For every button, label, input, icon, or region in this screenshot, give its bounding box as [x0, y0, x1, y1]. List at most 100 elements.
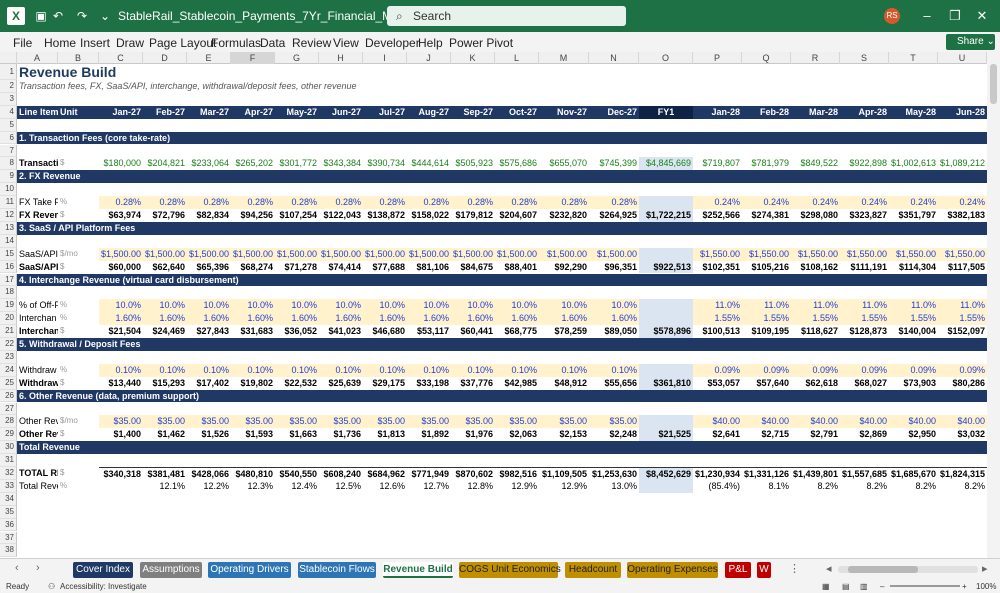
next-sheet-icon[interactable]: ›	[36, 562, 40, 574]
data-cell[interactable]	[639, 196, 693, 209]
data-cell[interactable]: 10.0%	[451, 299, 495, 313]
row-header[interactable]: 26	[0, 389, 17, 403]
row-unit[interactable]: $	[58, 157, 99, 170]
data-cell[interactable]: $78,259	[539, 325, 589, 338]
data-cell[interactable]: $40.00	[693, 415, 742, 429]
header-period[interactable]: Jun-27	[319, 106, 363, 119]
data-cell[interactable]: $35.00	[319, 415, 363, 429]
data-cell[interactable]: $31,683	[231, 325, 275, 338]
redo-icon[interactable]: ↷	[74, 8, 90, 24]
data-cell[interactable]	[639, 312, 693, 326]
header-period[interactable]: Nov-27	[539, 106, 589, 119]
data-cell[interactable]: $1,500.00	[363, 247, 407, 261]
row-label[interactable]: % of Off-F	[17, 299, 58, 312]
data-cell[interactable]: $74,414	[319, 261, 363, 274]
data-cell[interactable]: $1,892	[407, 428, 451, 441]
row-label[interactable]: SaaS/API	[17, 261, 58, 274]
row-header[interactable]: 13	[0, 221, 17, 235]
data-cell[interactable]: $849,522	[791, 157, 840, 170]
header-period[interactable]: Aug-27	[407, 106, 451, 119]
col-header[interactable]: D	[143, 52, 187, 64]
data-cell[interactable]: 0.24%	[938, 196, 987, 209]
data-cell[interactable]: 10.0%	[319, 299, 363, 313]
row-header[interactable]: 32	[0, 467, 17, 480]
data-cell[interactable]: $1,500.00	[187, 247, 231, 261]
data-cell[interactable]: $3,032	[938, 428, 987, 441]
data-cell[interactable]: 1.60%	[99, 312, 143, 326]
data-cell[interactable]: 0.10%	[363, 363, 407, 377]
data-cell[interactable]: $2,950	[889, 428, 938, 441]
row-header[interactable]: 35	[0, 505, 17, 519]
data-cell[interactable]: 10.0%	[407, 299, 451, 313]
col-header[interactable]: F	[231, 52, 275, 64]
data-cell[interactable]: 13.0%	[589, 480, 639, 493]
menu-file[interactable]: File	[13, 36, 32, 50]
data-cell[interactable]: $1,500.00	[407, 247, 451, 261]
data-cell[interactable]: $35.00	[363, 415, 407, 429]
header-period[interactable]: Oct-27	[495, 106, 539, 119]
data-cell[interactable]: $232,820	[539, 209, 589, 222]
data-cell[interactable]: $88,401	[495, 261, 539, 274]
tab-cogs-unit-economics[interactable]: COGS Unit Economics	[459, 562, 561, 578]
row-label[interactable]: Interchan	[17, 312, 58, 325]
data-cell[interactable]: $35.00	[589, 415, 639, 429]
data-cell[interactable]: $46,680	[363, 325, 407, 338]
menu-developer[interactable]: Developer	[365, 36, 420, 50]
data-cell[interactable]: 0.28%	[231, 196, 275, 209]
data-cell[interactable]: $1,462	[143, 428, 187, 441]
prev-sheet-icon[interactable]: ‹	[15, 562, 19, 574]
zoom-in-icon[interactable]: +	[962, 582, 967, 591]
data-cell[interactable]: 1.55%	[693, 312, 742, 326]
data-cell[interactable]: $33,198	[407, 377, 451, 390]
data-cell[interactable]: 0.28%	[589, 196, 639, 209]
data-cell[interactable]: $96,351	[589, 261, 639, 274]
data-cell[interactable]: $68,775	[495, 325, 539, 338]
data-cell[interactable]: 0.09%	[889, 363, 938, 377]
data-cell[interactable]: $118,627	[791, 325, 840, 338]
data-cell[interactable]: $107,254	[275, 209, 319, 222]
menu-insert[interactable]: Insert	[80, 36, 110, 50]
col-header[interactable]: P	[693, 52, 742, 64]
data-cell[interactable]: $65,396	[187, 261, 231, 274]
data-cell[interactable]: $2,153	[539, 428, 589, 441]
data-cell[interactable]: $204,607	[495, 209, 539, 222]
header-period[interactable]: Feb-28	[742, 106, 791, 119]
data-cell[interactable]: $1,557,685	[840, 467, 889, 480]
data-cell[interactable]: 0.10%	[407, 363, 451, 377]
select-all-corner[interactable]	[0, 52, 17, 64]
data-cell[interactable]: $37,776	[451, 377, 495, 390]
col-header[interactable]: T	[889, 52, 938, 64]
menu-data[interactable]: Data	[260, 36, 285, 50]
data-cell[interactable]: $684,962	[363, 467, 407, 480]
vertical-scrollbar[interactable]	[987, 52, 1000, 558]
col-header[interactable]: N	[589, 52, 639, 64]
data-cell[interactable]: $94,256	[231, 209, 275, 222]
data-cell[interactable]: 0.28%	[363, 196, 407, 209]
row-header[interactable]: 5	[0, 118, 17, 132]
header-period[interactable]: Mar-28	[791, 106, 840, 119]
data-cell[interactable]: 1.60%	[143, 312, 187, 326]
data-cell[interactable]: 0.28%	[99, 196, 143, 209]
data-cell[interactable]: 0.09%	[791, 363, 840, 377]
maximize-icon[interactable]: ❐	[945, 6, 965, 26]
data-cell[interactable]: $57,640	[742, 377, 791, 390]
data-cell[interactable]: 8.2%	[889, 480, 938, 493]
data-cell[interactable]: 0.24%	[889, 196, 938, 209]
data-cell[interactable]: $982,516	[495, 467, 539, 480]
data-cell[interactable]: $35.00	[231, 415, 275, 429]
data-cell[interactable]: $40.00	[791, 415, 840, 429]
data-cell[interactable]: $2,715	[742, 428, 791, 441]
customize-qat-icon[interactable]: ⌄	[97, 8, 113, 24]
header-period[interactable]: May-28	[889, 106, 938, 119]
col-header[interactable]: G	[275, 52, 319, 64]
header-period[interactable]: Sep-27	[451, 106, 495, 119]
row-unit[interactable]: $	[58, 209, 99, 222]
data-cell[interactable]: $73,903	[889, 377, 938, 390]
minimize-icon[interactable]: –	[917, 6, 937, 26]
spreadsheet-grid[interactable]: A B C D E F G H I J K L M N O P Q R S T …	[0, 52, 1000, 558]
data-cell[interactable]: 1.60%	[539, 312, 589, 326]
data-cell[interactable]: $204,821	[143, 157, 187, 170]
data-cell[interactable]: $42,985	[495, 377, 539, 390]
data-cell[interactable]: $298,080	[791, 209, 840, 222]
zoom-out-icon[interactable]: –	[880, 582, 884, 591]
